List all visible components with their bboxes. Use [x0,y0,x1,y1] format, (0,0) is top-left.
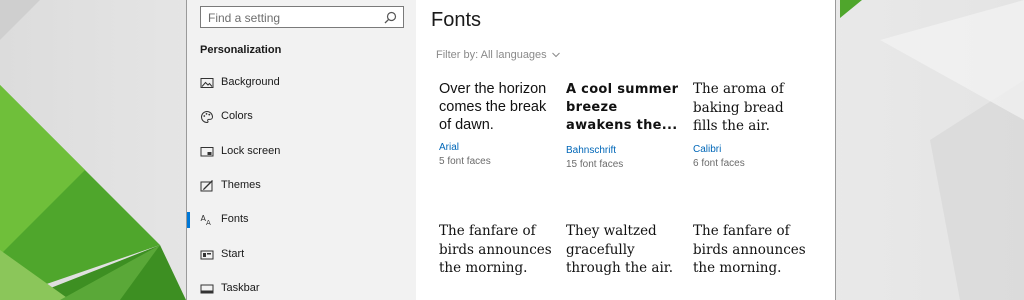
font-faces-count: 5 font faces [439,156,491,167]
font-sample: A cool summer breeze awakens the... [566,82,679,133]
font-tile-calibri[interactable]: The aroma of baking bread fills the air.… [693,80,811,169]
sidebar-item-themes[interactable]: Themes [187,172,416,200]
filter-label: Filter by: All languages [436,49,547,61]
image-icon [200,78,214,88]
font-faces-count: 6 font faces [693,157,745,169]
sidebar-item-lock-screen[interactable]: Lock screen [187,138,416,166]
section-title: Personalization [200,44,282,56]
sidebar-item-label: Themes [221,179,261,191]
font-sample: The aroma of baking bread fills the air. [693,81,784,134]
font-sample: The fanfare of birds announces the morni… [693,223,806,276]
font-faces-count: 15 font faces [566,159,624,170]
font-tile[interactable]: The fanfare of birds announces the morni… [439,222,557,278]
palette-icon [201,110,214,124]
lock-screen-icon [200,147,214,157]
search-placeholder: Find a setting [208,11,281,25]
settings-window: Find a setting Personalization Backgroun… [186,0,836,300]
font-sample: Over the horizon comes the break of dawn… [439,81,547,133]
font-name: Calibri [693,143,722,155]
sidebar-item-label: Background [221,76,280,88]
sidebar-item-taskbar[interactable]: Taskbar [187,275,416,300]
font-tile[interactable]: They waltzed gracefully through the air. [566,222,684,278]
sidebar-item-label: Colors [221,110,253,122]
font-name: Bahnschrift [566,145,617,156]
settings-sidebar: Find a setting Personalization Backgroun… [187,0,416,300]
search-icon[interactable] [384,11,397,24]
chevron-down-icon [551,52,560,58]
brush-icon [200,180,213,192]
font-sample: They waltzed gracefully through the air. [566,223,674,276]
search-input[interactable]: Find a setting [200,6,404,28]
sidebar-item-label: Start [221,248,245,260]
font-name: Arial [439,142,460,153]
sidebar-item-colors[interactable]: Colors [187,103,416,131]
sidebar-item-label: Lock screen [221,145,281,157]
sidebar-item-background[interactable]: Background [187,69,416,97]
main-content: Fonts Filter by: All languages Over the … [416,0,835,300]
language-filter[interactable]: Filter by: All languages [436,49,560,61]
sidebar-item-label: Taskbar [221,282,260,294]
font-sample: The fanfare of birds announces the morni… [439,223,552,276]
taskbar-icon [200,284,214,294]
font-tile-bahnschrift[interactable]: A cool summer breeze awakens the... Bahn… [566,81,684,170]
page-title: Fonts [431,9,482,31]
font-icon: A A [201,214,212,227]
sidebar-item-fonts[interactable]: A A Fonts [187,206,416,234]
font-tile[interactable]: The fanfare of birds announces the morni… [693,222,811,278]
svg-text:A: A [206,219,211,227]
sidebar-item-start[interactable]: Start [187,241,416,269]
start-icon [200,250,214,260]
sidebar-item-label: Fonts [221,213,249,225]
font-tile-arial[interactable]: Over the horizon comes the break of dawn… [439,80,557,167]
